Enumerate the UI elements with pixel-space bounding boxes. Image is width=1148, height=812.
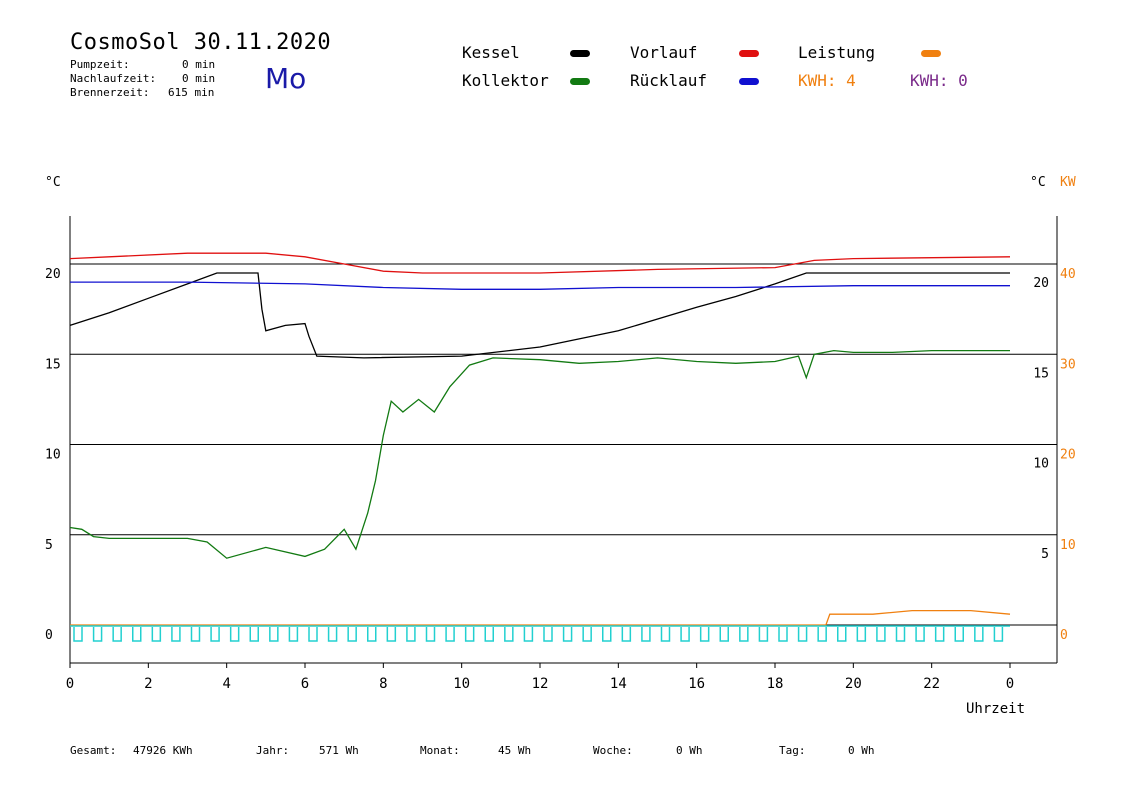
- series-leistung-line: [70, 609, 1011, 626]
- tag-value: 0 Wh: [848, 744, 875, 757]
- jahr-label: Jahr:: [256, 744, 290, 757]
- x-tick-label: 4: [222, 676, 230, 692]
- x-tick-label: 0: [1006, 676, 1014, 692]
- y-tick-right-c-label: 20: [1033, 276, 1049, 291]
- x-tick-label: 16: [688, 676, 705, 692]
- y-tick-right-kw-label: 20: [1060, 448, 1076, 463]
- woche-label: Woche:: [593, 744, 633, 757]
- x-tick-label: 2: [144, 676, 152, 692]
- y-tick-left-label: 15: [45, 357, 61, 372]
- pump-pulse-line: [73, 627, 1004, 642]
- monat-label: Monat:: [420, 744, 460, 757]
- chart-canvas: 0 5 10 15 20 5 10 15 20 0 10 20 30 40 0 2 4 6 8 10 12 14 16 18 2…: [45, 216, 1076, 692]
- y-tick-left-label: 10: [45, 448, 61, 463]
- y-tick-right-c-label: 10: [1033, 457, 1049, 472]
- gesamt-label: Gesamt:: [70, 744, 117, 757]
- y-tick-right-kw-label: 10: [1060, 538, 1076, 553]
- y-tick-left-label: 5: [45, 538, 53, 553]
- y-tick-left-label: 0: [45, 628, 53, 643]
- y-tick-right-kw-label: 0: [1060, 628, 1068, 643]
- x-tick-label: 0: [66, 676, 74, 692]
- series-kollektor-line: [69, 349, 1010, 559]
- y-tick-right-kw-label: 40: [1060, 267, 1076, 282]
- x-tick-label: 6: [301, 676, 309, 692]
- y-tick-right-kw-label: 30: [1060, 357, 1076, 372]
- gesamt-value: 47926 KWh: [133, 744, 193, 757]
- x-tick-label: 14: [610, 676, 627, 692]
- pump-pulses: [70, 625, 1010, 642]
- monat-value: 45 Wh: [498, 744, 532, 757]
- tag-label: Tag:: [779, 744, 806, 757]
- x-tick-label: 22: [923, 676, 940, 692]
- x-tick-label: 12: [532, 676, 549, 692]
- woche-value: 0 Wh: [676, 744, 703, 757]
- x-tick-label: 18: [767, 676, 784, 692]
- x-tick-label: 10: [453, 676, 470, 692]
- x-tick-label: 20: [845, 676, 862, 692]
- chart-series: [69, 252, 1011, 626]
- series-vorlauf-line: [69, 252, 1011, 274]
- y-tick-right-c-label: 15: [1033, 366, 1049, 381]
- y-tick-right-c-label: 5: [1041, 547, 1049, 562]
- x-tick-label: 8: [379, 676, 387, 692]
- y-tick-left-label: 20: [45, 267, 61, 282]
- series-ruecklauf-line: [70, 281, 1010, 290]
- jahr-value: 571 Wh: [319, 744, 359, 757]
